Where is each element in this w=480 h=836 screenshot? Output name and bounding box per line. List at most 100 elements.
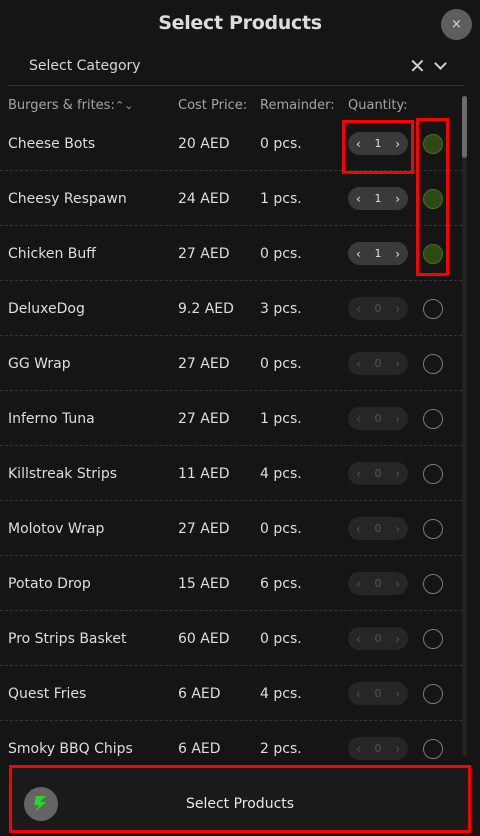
select-radio[interactable] (423, 519, 443, 539)
select-radio[interactable] (423, 574, 443, 594)
decrement-icon[interactable]: ‹ (356, 247, 361, 261)
select-radio[interactable] (423, 409, 443, 429)
product-row: Quest Fries 6 AED 4 pcs. ‹ 0 › (0, 666, 462, 721)
column-quantity: Quantity: (348, 98, 408, 113)
increment-icon[interactable]: › (395, 247, 400, 261)
select-radio[interactable] (423, 464, 443, 484)
product-remainder: 2 pcs. (260, 741, 302, 757)
increment-icon[interactable]: › (395, 632, 400, 646)
column-cost: Cost Price: (178, 98, 248, 113)
quantity-stepper[interactable]: ‹ 0 › (348, 407, 408, 430)
scrollbar-thumb[interactable] (462, 96, 467, 158)
product-cost: 27 AED (178, 411, 230, 427)
product-remainder: 4 pcs. (260, 466, 302, 482)
select-radio[interactable] (423, 629, 443, 649)
clear-icon[interactable]: ✕ (409, 54, 426, 78)
decrement-icon[interactable]: ‹ (356, 302, 361, 316)
quantity-stepper[interactable]: ‹ 0 › (348, 462, 408, 485)
product-row: Cheesy Respawn 24 AED 1 pcs. ‹ 1 › (0, 171, 462, 226)
product-cost: 9.2 AED (178, 301, 234, 317)
column-remainder: Remainder: (260, 98, 335, 113)
select-radio[interactable] (423, 354, 443, 374)
quantity-stepper[interactable]: ‹ 0 › (348, 627, 408, 650)
product-row: Killstreak Strips 11 AED 4 pcs. ‹ 0 › (0, 446, 462, 501)
quantity-value: 0 (374, 412, 382, 425)
quantity-stepper[interactable]: ‹ 0 › (348, 352, 408, 375)
product-cost: 27 AED (178, 246, 230, 262)
decrement-icon[interactable]: ‹ (356, 577, 361, 591)
increment-icon[interactable]: › (395, 742, 400, 756)
quantity-value: 0 (374, 302, 382, 315)
decrement-icon[interactable]: ‹ (356, 192, 361, 206)
product-row: Cheese Bots 20 AED 0 pcs. ‹ 1 › (0, 116, 462, 171)
quantity-stepper[interactable]: ‹ 0 › (348, 737, 408, 760)
quantity-value: 0 (374, 357, 382, 370)
quantity-stepper[interactable]: ‹ 1 › (348, 132, 408, 155)
product-remainder: 0 pcs. (260, 136, 302, 152)
increment-icon[interactable]: › (395, 137, 400, 151)
product-cost: 20 AED (178, 136, 230, 152)
quantity-stepper[interactable]: ‹ 0 › (348, 572, 408, 595)
product-remainder: 0 pcs. (260, 356, 302, 372)
select-products-modal: Select Products × Select Category ✕ Burg… (0, 0, 480, 836)
chevron-down-icon[interactable] (434, 57, 447, 70)
decrement-icon[interactable]: ‹ (356, 742, 361, 756)
quantity-value: 0 (374, 632, 382, 645)
select-products-button[interactable]: Select Products (11, 767, 469, 831)
scrollbar[interactable] (462, 96, 467, 756)
quantity-stepper[interactable]: ‹ 0 › (348, 297, 408, 320)
quantity-value: 0 (374, 742, 382, 755)
select-products-label: Select Products (185, 796, 295, 812)
quantity-value: 0 (374, 467, 382, 480)
decrement-icon[interactable]: ‹ (356, 522, 361, 536)
product-row: DeluxeDog 9.2 AED 3 pcs. ‹ 0 › (0, 281, 462, 336)
product-name: GG Wrap (8, 356, 71, 372)
sort-icon[interactable]: ⌃⌄ (115, 99, 133, 112)
product-name: Potato Drop (8, 576, 91, 592)
product-name: Smoky BBQ Chips (8, 741, 133, 757)
product-cost: 60 AED (178, 631, 230, 647)
quantity-stepper[interactable]: ‹ 0 › (348, 517, 408, 540)
increment-icon[interactable]: › (395, 302, 400, 316)
decrement-icon[interactable]: ‹ (356, 687, 361, 701)
increment-icon[interactable]: › (395, 192, 400, 206)
product-cost: 6 AED (178, 686, 221, 702)
select-radio[interactable] (423, 684, 443, 704)
product-cost: 24 AED (178, 191, 230, 207)
quantity-stepper[interactable]: ‹ 1 › (348, 242, 408, 265)
product-cost: 27 AED (178, 521, 230, 537)
select-radio[interactable] (423, 189, 443, 209)
select-radio[interactable] (423, 134, 443, 154)
product-name: Pro Strips Basket (8, 631, 127, 647)
select-radio[interactable] (423, 739, 443, 759)
product-row: Pro Strips Basket 60 AED 0 pcs. ‹ 0 › (0, 611, 462, 666)
product-cost: 27 AED (178, 356, 230, 372)
quantity-stepper[interactable]: ‹ 1 › (348, 187, 408, 210)
product-cost: 11 AED (178, 466, 230, 482)
quantity-value: 1 (374, 137, 382, 150)
category-select[interactable]: Select Category ✕ (8, 50, 464, 86)
select-radio[interactable] (423, 244, 443, 264)
product-cost: 6 AED (178, 741, 221, 757)
product-name: Chicken Buff (8, 246, 96, 262)
increment-icon[interactable]: › (395, 522, 400, 536)
increment-icon[interactable]: › (395, 467, 400, 481)
decrement-icon[interactable]: ‹ (356, 632, 361, 646)
select-radio[interactable] (423, 299, 443, 319)
product-name: Cheese Bots (8, 136, 96, 152)
decrement-icon[interactable]: ‹ (356, 137, 361, 151)
close-button[interactable]: × (441, 9, 472, 40)
product-cost: 15 AED (178, 576, 230, 592)
decrement-icon[interactable]: ‹ (356, 467, 361, 481)
product-list: Cheese Bots 20 AED 0 pcs. ‹ 1 › Cheesy Respawn… (0, 116, 462, 776)
decrement-icon[interactable]: ‹ (356, 357, 361, 371)
quantity-stepper[interactable]: ‹ 0 › (348, 682, 408, 705)
increment-icon[interactable]: › (395, 687, 400, 701)
increment-icon[interactable]: › (395, 412, 400, 426)
product-name: DeluxeDog (8, 301, 85, 317)
increment-icon[interactable]: › (395, 577, 400, 591)
quantity-value: 0 (374, 577, 382, 590)
decrement-icon[interactable]: ‹ (356, 412, 361, 426)
product-row: Potato Drop 15 AED 6 pcs. ‹ 0 › (0, 556, 462, 611)
increment-icon[interactable]: › (395, 357, 400, 371)
